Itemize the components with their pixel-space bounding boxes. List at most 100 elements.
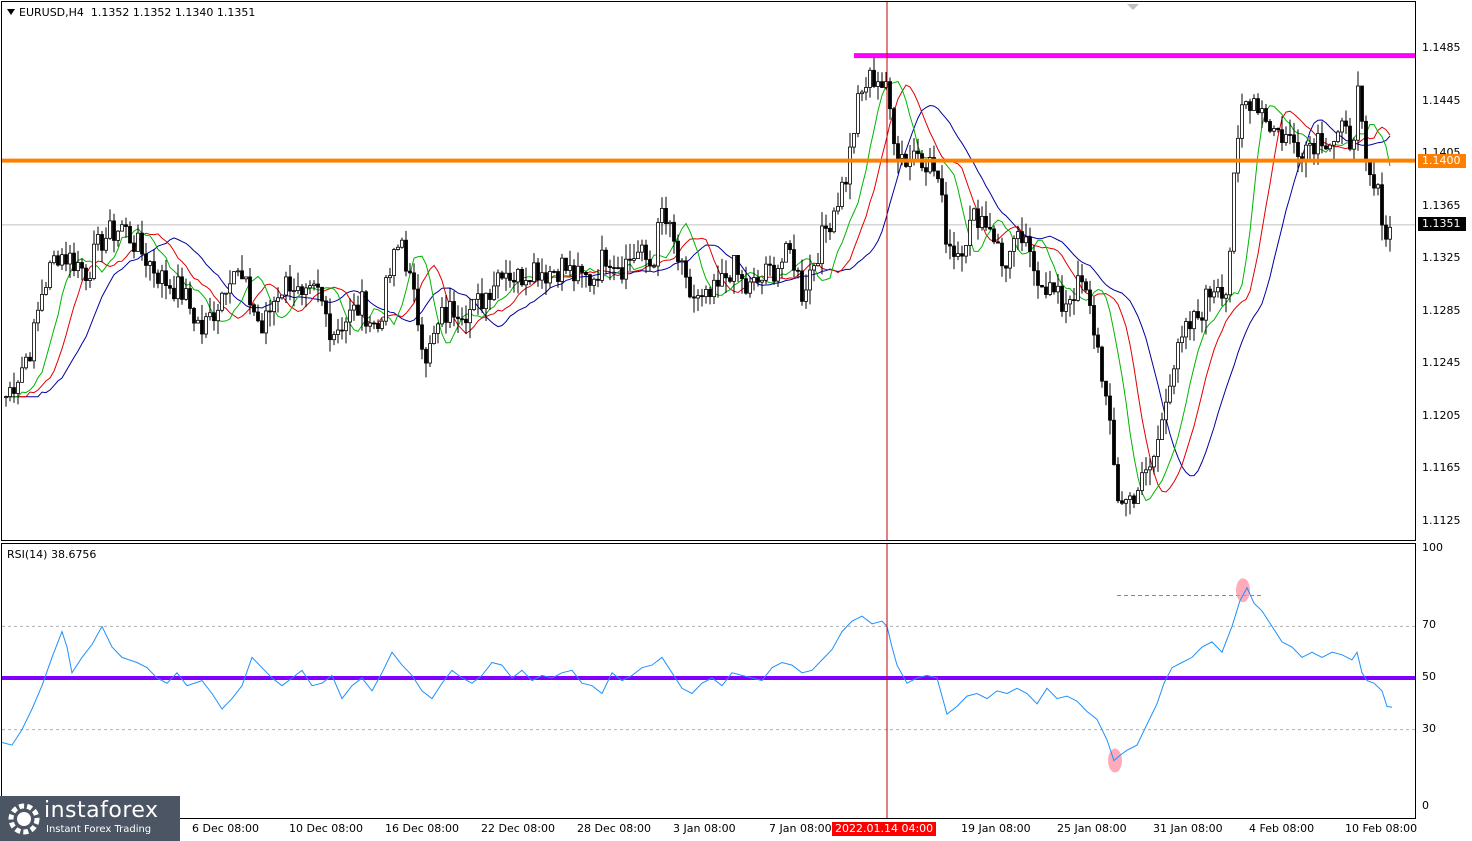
- candle-body: [1224, 294, 1228, 299]
- candle: [1164, 388, 1168, 435]
- candle-body: [1288, 134, 1292, 136]
- candle: [1200, 311, 1204, 333]
- candle-body: [1160, 419, 1164, 440]
- price-chart-pane[interactable]: EURUSD,H4 1.1352 1.1352 1.1340 1.1351: [1, 1, 1416, 541]
- candle-body: [592, 278, 596, 286]
- candle-body: [632, 258, 636, 261]
- candle: [1380, 172, 1384, 241]
- candle: [876, 71, 880, 100]
- candle: [784, 241, 788, 263]
- candle-body: [408, 270, 412, 274]
- candle-body: [12, 387, 16, 394]
- candle: [392, 247, 396, 287]
- support-price-badge: 1.1400: [1418, 154, 1466, 168]
- candle-body: [180, 276, 184, 300]
- candle: [468, 298, 472, 339]
- candle: [864, 77, 868, 101]
- candle-body: [252, 304, 256, 313]
- candle-body: [1032, 251, 1036, 272]
- candle-body: [1212, 291, 1216, 298]
- candle: [168, 279, 172, 295]
- candle: [532, 253, 536, 284]
- candle-body: [900, 154, 904, 159]
- candle: [684, 256, 688, 289]
- candle-body: [504, 272, 508, 279]
- candle-body: [780, 261, 784, 269]
- candle-body: [1136, 490, 1140, 504]
- candle: [536, 257, 540, 287]
- candle: [56, 250, 60, 267]
- candle-body: [756, 277, 760, 283]
- candle: [368, 316, 372, 333]
- candle-body: [1144, 469, 1148, 474]
- candle: [1108, 383, 1112, 435]
- dropdown-triangle-icon[interactable]: [7, 9, 15, 15]
- candle-body: [1096, 334, 1100, 348]
- candle-body: [208, 312, 212, 318]
- candle-body: [1100, 346, 1104, 382]
- candle-body: [556, 271, 560, 282]
- candle: [908, 144, 912, 181]
- candle-body: [140, 232, 144, 255]
- candle: [440, 297, 444, 327]
- candle: [40, 279, 44, 312]
- candle: [580, 263, 584, 288]
- candle-body: [336, 329, 340, 335]
- candle: [100, 230, 104, 263]
- candle: [284, 271, 288, 303]
- rsi-tick-label: 0: [1422, 799, 1429, 812]
- rsi-pane[interactable]: RSI(14) 38.6756: [1, 543, 1416, 819]
- candle-body: [1216, 287, 1220, 293]
- candle-body: [348, 309, 352, 323]
- candle: [164, 259, 168, 300]
- candle-body: [1108, 395, 1112, 421]
- candle: [120, 220, 124, 232]
- candle-body: [1148, 466, 1152, 471]
- candle-body: [1308, 142, 1312, 146]
- candle: [1048, 270, 1052, 297]
- candle-body: [1340, 120, 1344, 133]
- candle-body: [772, 264, 776, 282]
- candle: [364, 289, 368, 334]
- candle: [200, 304, 204, 344]
- candle-body: [1248, 101, 1252, 111]
- candle-body: [116, 230, 120, 241]
- candle-body: [704, 289, 708, 298]
- time-tick-label: 25 Jan 08:00: [1057, 822, 1127, 835]
- candle-body: [372, 322, 376, 325]
- candle: [212, 301, 216, 331]
- candle-body: [400, 239, 404, 248]
- candle-body: [764, 263, 768, 281]
- candle: [324, 295, 328, 327]
- candle: [1180, 325, 1184, 353]
- candle-body: [148, 261, 152, 266]
- candle-body: [176, 276, 180, 300]
- candle-body: [480, 293, 484, 310]
- candle: [640, 239, 644, 262]
- candle-body: [1220, 287, 1224, 299]
- candle: [548, 265, 552, 288]
- candle-body: [952, 245, 956, 257]
- candle-body: [940, 178, 944, 196]
- candle: [340, 317, 344, 340]
- candle-body: [960, 253, 964, 257]
- candle: [1052, 282, 1056, 295]
- candle-body: [988, 226, 992, 230]
- candle-body: [108, 220, 112, 239]
- candle-body: [1008, 250, 1012, 269]
- candle-body: [672, 221, 676, 242]
- candle: [1140, 462, 1144, 495]
- candle: [104, 227, 108, 254]
- candle-body: [860, 91, 864, 95]
- candle-body: [1292, 134, 1296, 143]
- candle: [1348, 118, 1352, 152]
- candle-body: [232, 271, 236, 285]
- candle: [964, 245, 968, 264]
- candle-body: [432, 332, 436, 344]
- candle: [792, 234, 796, 278]
- candle: [32, 318, 36, 369]
- candle: [1012, 235, 1016, 267]
- candle-body: [656, 222, 660, 267]
- candle: [588, 273, 592, 292]
- candle-body: [452, 301, 456, 318]
